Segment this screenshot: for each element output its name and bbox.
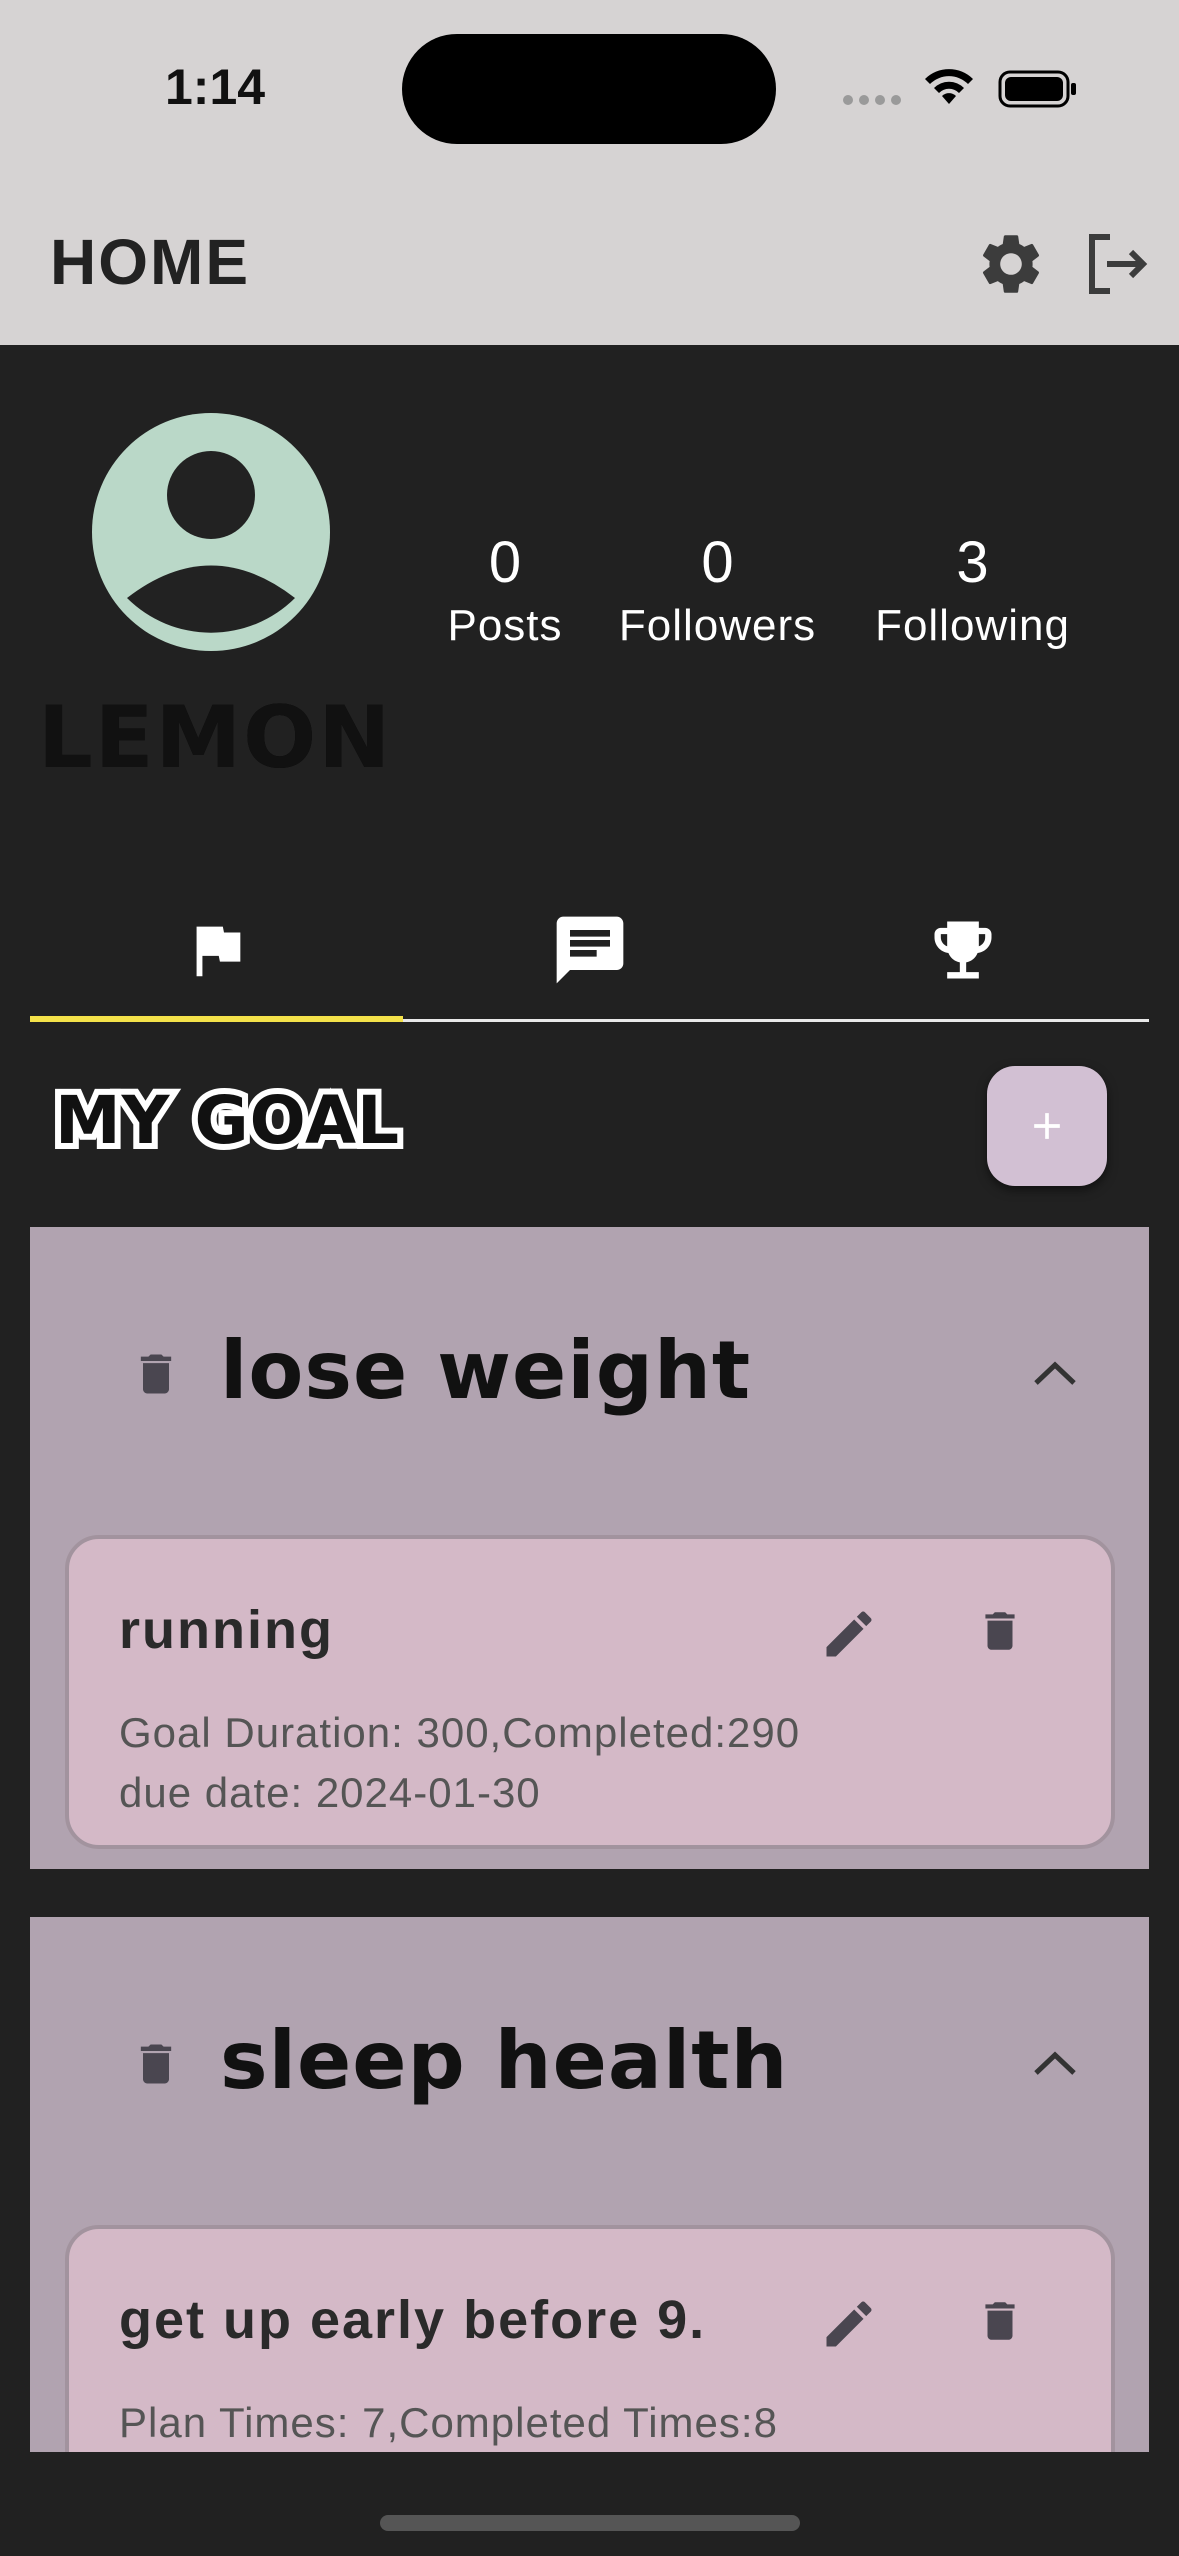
item-title: get up early before 9. bbox=[119, 2290, 707, 2350]
goal-category: sleep health get up early before 9. Plan… bbox=[30, 1917, 1149, 2539]
stat-value: 0 bbox=[488, 530, 522, 595]
home-indicator[interactable] bbox=[380, 2515, 800, 2531]
item-progress: Plan Times: 7,Completed Times:8 bbox=[119, 2399, 778, 2446]
stat-following[interactable]: 3 Following bbox=[865, 530, 1080, 656]
wifi-icon bbox=[925, 69, 973, 104]
tab-indicator bbox=[30, 1016, 403, 1022]
status-time: 1:14 bbox=[165, 59, 266, 115]
signal-icon bbox=[843, 95, 901, 105]
stat-followers[interactable]: 0 Followers bbox=[610, 530, 825, 656]
trophy-icon bbox=[934, 921, 991, 979]
trash-icon[interactable] bbox=[130, 1343, 182, 1405]
plus-icon bbox=[1034, 1113, 1060, 1139]
goal-item-card[interactable]: running Goal Duration: 300,Completed:290… bbox=[65, 1535, 1115, 1849]
edit-icon[interactable] bbox=[819, 2294, 879, 2354]
battery-icon bbox=[998, 70, 1076, 108]
chevron-up-icon[interactable] bbox=[1030, 2047, 1080, 2077]
page-title: HOME bbox=[50, 226, 250, 298]
stat-value: 0 bbox=[701, 530, 734, 595]
flag-icon bbox=[196, 926, 240, 977]
message-icon bbox=[556, 916, 623, 984]
stat-label: Following bbox=[875, 601, 1070, 650]
item-progress: Goal Duration: 300,Completed:290 bbox=[119, 1709, 801, 1756]
category-title: sleep health bbox=[220, 2014, 789, 2107]
dynamic-island bbox=[402, 34, 776, 144]
tab-bar bbox=[30, 880, 1149, 1022]
section-title: MY GOAL bbox=[49, 1076, 405, 1165]
bottom-safe-area bbox=[0, 2452, 1179, 2556]
gear-icon[interactable] bbox=[975, 228, 1047, 300]
tab-goals[interactable] bbox=[30, 880, 403, 1022]
trash-icon[interactable] bbox=[130, 2033, 182, 2095]
person-icon bbox=[127, 451, 295, 633]
stat-label: Posts bbox=[447, 601, 563, 650]
stat-posts[interactable]: 0 Posts bbox=[440, 530, 570, 656]
trash-icon[interactable] bbox=[975, 2289, 1025, 2353]
tab-achievements[interactable] bbox=[776, 880, 1149, 1019]
logout-icon[interactable] bbox=[1080, 228, 1152, 300]
item-due-date: due date: 2024-01-30 bbox=[119, 1769, 541, 1816]
trash-icon[interactable] bbox=[975, 1599, 1025, 1663]
tab-posts[interactable] bbox=[403, 880, 776, 1019]
edit-icon[interactable] bbox=[819, 1604, 879, 1664]
category-header[interactable]: lose weight bbox=[30, 1227, 1149, 1517]
username: LEMON bbox=[38, 688, 393, 788]
category-header[interactable]: sleep health bbox=[30, 1917, 1149, 2207]
chevron-up-icon[interactable] bbox=[1030, 1357, 1080, 1387]
goal-category: lose weight running Goal Duration: 300,C… bbox=[30, 1227, 1149, 1869]
avatar[interactable] bbox=[92, 413, 330, 651]
status-bar: 1:14 bbox=[0, 0, 1179, 180]
item-title: running bbox=[119, 1600, 334, 1660]
category-title: lose weight bbox=[220, 1324, 752, 1417]
add-goal-button[interactable] bbox=[987, 1066, 1107, 1186]
stat-label: Followers bbox=[618, 601, 817, 650]
app-bar: HOME bbox=[0, 180, 1179, 345]
stat-value: 3 bbox=[956, 530, 989, 595]
